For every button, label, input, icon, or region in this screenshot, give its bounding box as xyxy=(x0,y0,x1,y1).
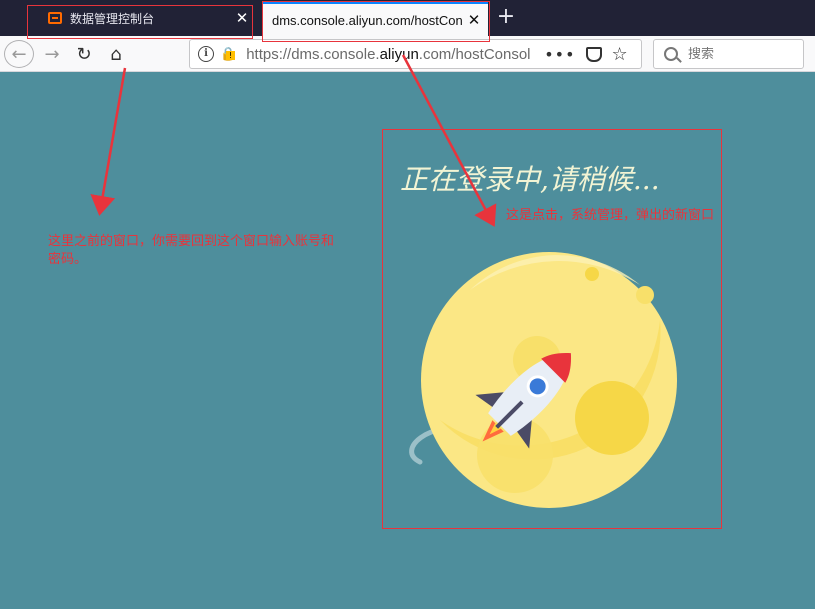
arrow-to-new-tab-note xyxy=(401,54,497,227)
annotation-arrows xyxy=(90,54,497,227)
arrow-to-previous-tab-note xyxy=(90,67,127,216)
annotation-note-new-tab: 这是点击，系统管理，弹出的新窗口 xyxy=(506,208,715,223)
annotation-note-previous-tab: 这里之前的窗口，你需要回到这个窗口输入账号和密码。 xyxy=(48,234,335,267)
